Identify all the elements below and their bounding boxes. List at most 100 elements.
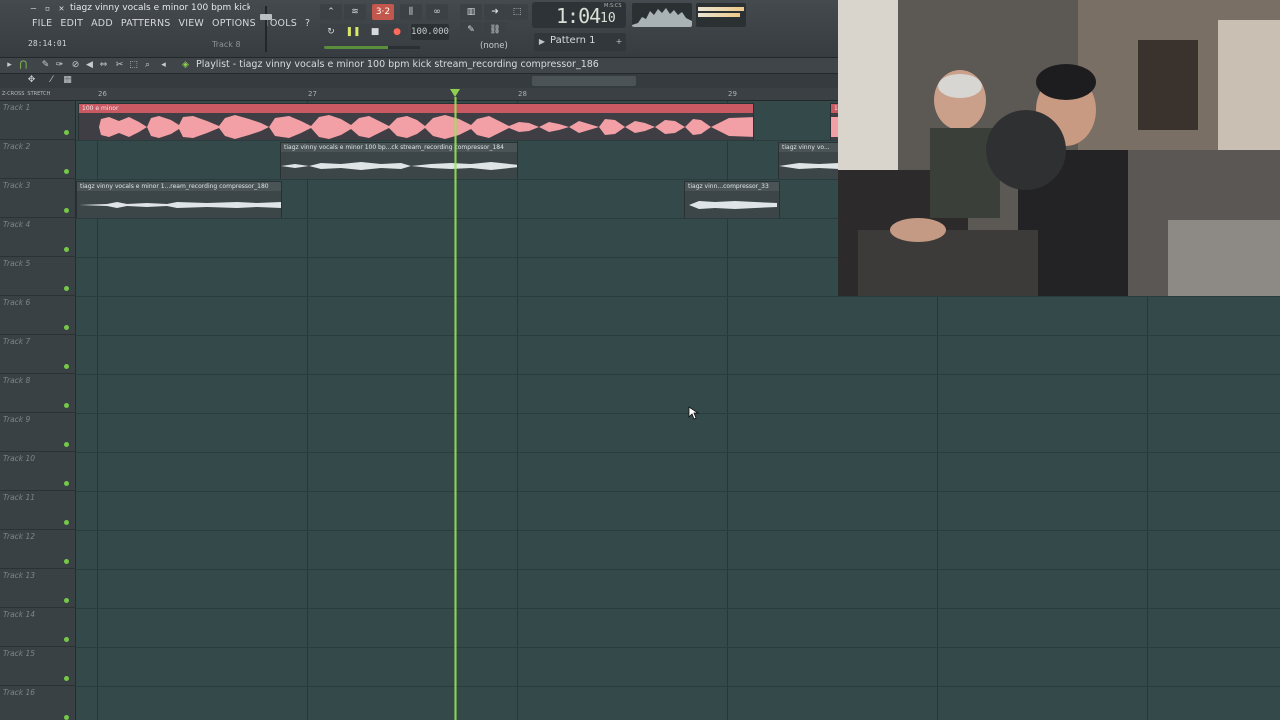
delete-tool-icon[interactable]: ⊘ xyxy=(70,60,81,71)
audio-clip[interactable]: tiagz vinny vocals e minor 1...ream_reco… xyxy=(76,181,282,219)
scroll-thumb[interactable] xyxy=(532,76,636,86)
time-main: 1:04 xyxy=(556,4,601,28)
track-name: Track 6 xyxy=(3,298,31,307)
menu-view[interactable]: VIEW xyxy=(175,18,209,32)
menu-edit[interactable]: EDIT xyxy=(56,18,87,32)
select-tool-icon[interactable]: ⬚ xyxy=(128,60,139,71)
track-header[interactable]: Track 11 xyxy=(0,491,76,530)
track-header[interactable]: Track 2 xyxy=(0,140,76,179)
track-enable-led[interactable] xyxy=(64,442,69,447)
menu-add[interactable]: ADD xyxy=(87,18,117,32)
track-header[interactable]: Track 14 xyxy=(0,608,76,647)
pattern-selector[interactable]: ▶ Pattern 1 + xyxy=(534,33,626,51)
track-enable-led[interactable] xyxy=(64,637,69,642)
snap-selector[interactable]: (none) xyxy=(480,41,508,51)
zoom-tool-icon[interactable]: ⌕ xyxy=(142,60,153,71)
audio-clip[interactable]: tiagz vinn...compressor_33 xyxy=(684,181,780,219)
track-header[interactable]: Track 6 xyxy=(0,296,76,335)
playback-tool-icon[interactable]: ◂ xyxy=(158,60,169,71)
track-header[interactable]: Track 4 xyxy=(0,218,76,257)
track-header[interactable]: Track 3 xyxy=(0,179,76,218)
webcam-image xyxy=(838,0,1280,296)
pencil-tool-icon[interactable]: ✎ xyxy=(40,60,51,71)
track-header[interactable]: Track 5 xyxy=(0,257,76,296)
song-position-slider[interactable] xyxy=(324,46,420,49)
song-mode-icon[interactable]: ↻ xyxy=(320,24,342,40)
track-enable-led[interactable] xyxy=(64,364,69,369)
arrow-right-icon[interactable]: ➜ xyxy=(484,4,506,20)
track-enable-led[interactable] xyxy=(64,247,69,252)
minimize-icon[interactable]: – xyxy=(28,4,39,15)
track-header[interactable]: Track 15 xyxy=(0,647,76,686)
track-enable-led[interactable] xyxy=(64,676,69,681)
magnet-icon[interactable]: ⋂ xyxy=(18,60,29,71)
playhead-marker[interactable] xyxy=(450,89,460,97)
link-icon[interactable]: ⛓ xyxy=(484,22,506,38)
play-arrow-icon[interactable]: ▶ xyxy=(537,36,547,48)
record-button[interactable]: ● xyxy=(386,24,408,40)
track-enable-led[interactable] xyxy=(64,403,69,408)
move-icon[interactable]: ✥ xyxy=(26,75,37,86)
track-enable-led[interactable] xyxy=(64,130,69,135)
close-icon[interactable]: ✕ xyxy=(56,4,67,15)
track-header[interactable]: Track 8 xyxy=(0,374,76,413)
loop-record-icon[interactable]: ∞ xyxy=(426,4,448,20)
playlist-title: Playlist - tiagz vinny vocals e minor 10… xyxy=(196,59,599,70)
playlist-overview[interactable]: ✥ ⁄ ▦ xyxy=(0,74,838,88)
step-edit-icon[interactable]: ⫼ xyxy=(400,4,422,20)
master-volume-slider[interactable] xyxy=(258,6,274,52)
menu-help[interactable]: ? xyxy=(301,18,314,32)
piano-icon[interactable]: ▥ xyxy=(460,4,482,20)
plugin-icon[interactable]: ⬚ xyxy=(506,4,528,20)
zcross-label[interactable]: Z-CROSS xyxy=(2,91,24,97)
track-enable-led[interactable] xyxy=(64,598,69,603)
restore-icon[interactable]: ▫ xyxy=(42,4,53,15)
track-divider xyxy=(76,569,1280,570)
menu-arrow-icon[interactable]: ▸ xyxy=(4,60,15,71)
countdown-button[interactable]: 3·2 xyxy=(372,4,394,20)
stretch-icon[interactable]: ⁄ xyxy=(46,75,57,86)
mute-tool-icon[interactable]: ◀ xyxy=(84,60,95,71)
slip-tool-icon[interactable]: ⇔ xyxy=(98,60,109,71)
time-unit: M:S:CS xyxy=(604,3,622,9)
slice-tool-icon[interactable]: ✂ xyxy=(114,60,125,71)
track-header[interactable]: Track 7 xyxy=(0,335,76,374)
track-header[interactable]: Track 12 xyxy=(0,530,76,569)
slider-knob[interactable] xyxy=(260,14,272,20)
track-enable-led[interactable] xyxy=(64,169,69,174)
track-divider xyxy=(76,686,1280,687)
track-enable-led[interactable] xyxy=(64,715,69,720)
track-enable-led[interactable] xyxy=(64,286,69,291)
track-header[interactable]: Track 10 xyxy=(0,452,76,491)
stop-button[interactable]: ■ xyxy=(364,24,386,40)
track-enable-led[interactable] xyxy=(64,520,69,525)
track-enable-led[interactable] xyxy=(64,559,69,564)
tempo-display[interactable]: 100.000 xyxy=(411,24,449,40)
track-enable-led[interactable] xyxy=(64,325,69,330)
stretch-label[interactable]: STRETCH xyxy=(27,91,50,97)
menu-options[interactable]: OPTIONS xyxy=(208,18,260,32)
brush-tool-icon[interactable]: ✑ xyxy=(54,60,65,71)
audio-clip[interactable]: tiagz vinny vocals e minor 100 bp...ck s… xyxy=(280,142,518,180)
track-header[interactable]: Track 9 xyxy=(0,413,76,452)
timeline-ruler[interactable]: Z-CROSS STRETCH 26 27 28 29 xyxy=(0,88,838,101)
track-enable-led[interactable] xyxy=(64,208,69,213)
track-divider xyxy=(76,491,1280,492)
audio-clip[interactable]: 100 e minor xyxy=(78,103,754,141)
plus-icon[interactable]: + xyxy=(614,36,624,48)
time-centiseconds: 10 xyxy=(600,11,616,26)
playlist-header: ▸ ⋂ ✎ ✑ ⊘ ◀ ⇔ ✂ ⬚ ⌕ ◂ ◈ Playlist - tiagz… xyxy=(0,58,838,74)
grid-icon[interactable]: ▦ xyxy=(62,75,73,86)
track-header[interactable]: Track 1 xyxy=(0,101,76,140)
pencil-icon[interactable]: ✎ xyxy=(460,22,482,38)
wait-input-icon[interactable]: ≋ xyxy=(344,4,366,20)
metronome-icon[interactable]: ⌃ xyxy=(320,4,342,20)
menu-patterns[interactable]: PATTERNS xyxy=(117,18,175,32)
track-header[interactable]: Track 13 xyxy=(0,569,76,608)
track-header[interactable]: Track 16 xyxy=(0,686,76,720)
pause-button[interactable]: ❚❚ xyxy=(342,24,364,40)
time-display: 1:04 M:S:CS 10 xyxy=(532,2,626,28)
menu-file[interactable]: FILE xyxy=(28,18,56,32)
playhead[interactable] xyxy=(454,97,457,720)
track-enable-led[interactable] xyxy=(64,481,69,486)
